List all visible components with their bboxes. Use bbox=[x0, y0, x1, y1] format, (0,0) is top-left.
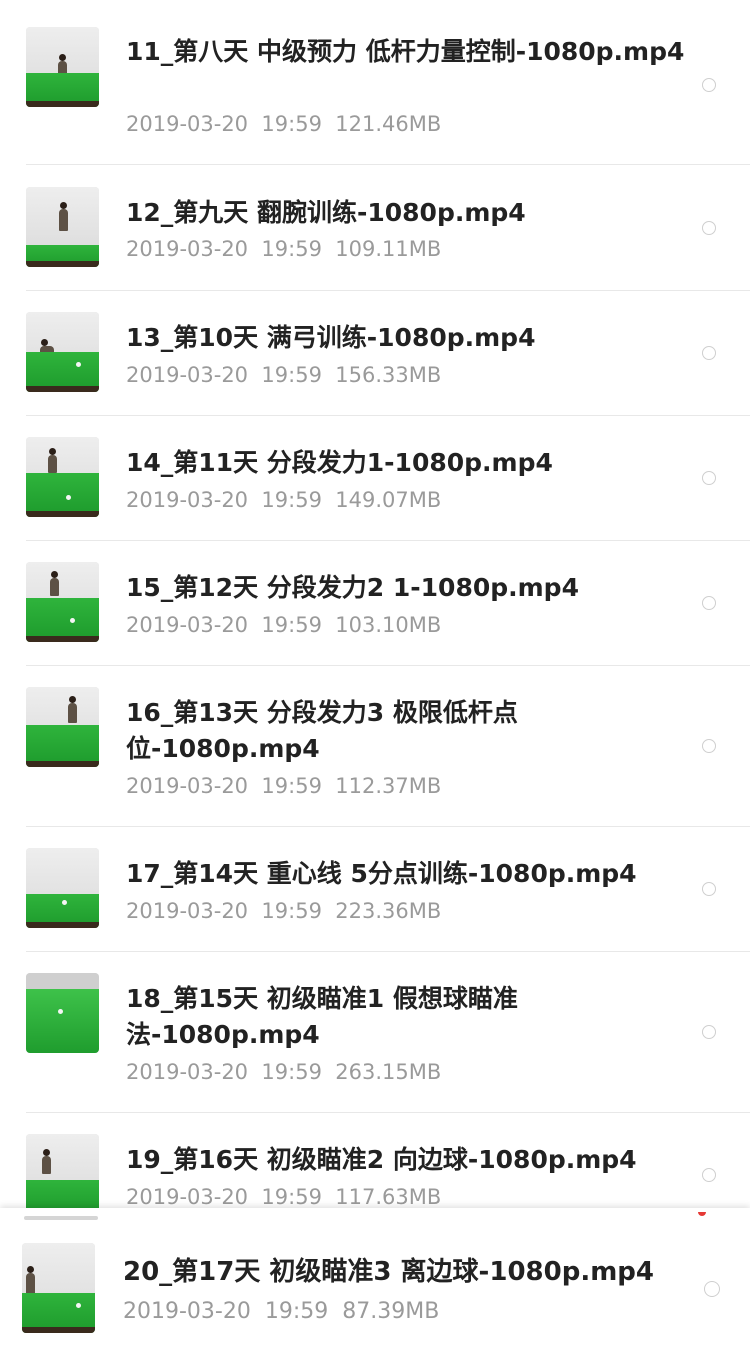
list-item[interactable]: 13_第10天 满弓训练-1080p.mp4 2019-03-20 19:59 … bbox=[0, 291, 750, 416]
file-size: 112.37MB bbox=[335, 774, 442, 798]
file-meta: 2019-03-20 19:59 149.07MB bbox=[126, 486, 441, 514]
file-time: 19:59 bbox=[261, 774, 322, 798]
notification-dot bbox=[698, 1212, 706, 1216]
file-size: 156.33MB bbox=[335, 363, 442, 387]
file-name: 11_第八天 中级预力 低杆力量控制-1080p.mp4 bbox=[126, 37, 685, 66]
select-radio[interactable] bbox=[702, 1025, 716, 1039]
file-name: 18_第15天 初级瞄准1 假想球瞄准法-1080p.mp4 bbox=[126, 984, 518, 1049]
file-date: 2019-03-20 bbox=[126, 1060, 249, 1084]
file-size: 149.07MB bbox=[335, 488, 442, 512]
file-size: 117.63MB bbox=[335, 1185, 442, 1209]
file-time: 19:59 bbox=[261, 613, 322, 637]
file-date: 2019-03-20 bbox=[126, 899, 249, 923]
file-date: 2019-03-20 bbox=[126, 112, 249, 136]
list-item[interactable]: 15_第12天 分段发力2 1-1080p.mp4 2019-03-20 19:… bbox=[0, 541, 750, 666]
video-thumbnail bbox=[26, 973, 99, 1053]
bottom-sheet-item[interactable]: 20_第17天 初级瞄准3 离边球-1080p.mp4 2019-03-20 1… bbox=[0, 1208, 750, 1352]
file-meta: 2019-03-20 19:59 87.39MB bbox=[123, 1298, 439, 1326]
file-meta: 2019-03-20 19:59 103.10MB bbox=[126, 611, 441, 639]
file-size: 109.11MB bbox=[335, 237, 442, 261]
file-time: 19:59 bbox=[261, 112, 322, 136]
file-date: 2019-03-20 bbox=[126, 1185, 249, 1209]
file-size: 121.46MB bbox=[335, 112, 442, 136]
file-name: 20_第17天 初级瞄准3 离边球-1080p.mp4 bbox=[123, 1257, 654, 1287]
video-thumbnail bbox=[26, 187, 99, 267]
file-name: 14_第11天 分段发力1-1080p.mp4 bbox=[126, 448, 553, 477]
file-name: 16_第13天 分段发力3 极限低杆点位-1080p.mp4 bbox=[126, 698, 518, 763]
list-item[interactable]: 17_第14天 重心线 5分点训练-1080p.mp4 2019-03-20 1… bbox=[0, 827, 750, 952]
video-thumbnail bbox=[26, 562, 99, 642]
file-name: 19_第16天 初级瞄准2 向边球-1080p.mp4 bbox=[126, 1145, 637, 1174]
file-time: 19:59 bbox=[261, 899, 322, 923]
file-name: 17_第14天 重心线 5分点训练-1080p.mp4 bbox=[126, 859, 637, 888]
file-size: 103.10MB bbox=[335, 613, 442, 637]
file-time: 19:59 bbox=[261, 488, 322, 512]
file-meta: 2019-03-20 19:59 121.46MB bbox=[126, 110, 441, 138]
file-meta: 2019-03-20 19:59 223.36MB bbox=[126, 897, 441, 925]
list-item[interactable]: 14_第11天 分段发力1-1080p.mp4 2019-03-20 19:59… bbox=[0, 416, 750, 541]
list-item[interactable]: 12_第九天 翻腕训练-1080p.mp4 2019-03-20 19:59 1… bbox=[0, 165, 750, 291]
file-date: 2019-03-20 bbox=[126, 774, 249, 798]
select-radio[interactable] bbox=[702, 1168, 716, 1182]
video-thumbnail bbox=[26, 687, 99, 767]
select-radio[interactable] bbox=[702, 346, 716, 360]
file-name: 12_第九天 翻腕训练-1080p.mp4 bbox=[126, 198, 526, 227]
select-radio[interactable] bbox=[702, 471, 716, 485]
file-meta: 2019-03-20 19:59 109.11MB bbox=[126, 235, 441, 263]
file-name: 15_第12天 分段发力2 1-1080p.mp4 bbox=[126, 573, 579, 602]
file-date: 2019-03-20 bbox=[123, 1299, 251, 1324]
file-meta: 2019-03-20 19:59 156.33MB bbox=[126, 361, 441, 389]
file-meta: 2019-03-20 19:59 263.15MB bbox=[126, 1058, 441, 1086]
video-thumbnail bbox=[26, 437, 99, 517]
video-thumbnail bbox=[26, 1134, 99, 1214]
file-size: 87.39MB bbox=[342, 1299, 440, 1324]
sheet-handle bbox=[24, 1216, 98, 1220]
video-thumbnail bbox=[26, 27, 99, 107]
video-thumbnail bbox=[22, 1243, 95, 1333]
select-radio[interactable] bbox=[702, 739, 716, 753]
file-date: 2019-03-20 bbox=[126, 237, 249, 261]
file-time: 19:59 bbox=[264, 1299, 329, 1324]
select-radio[interactable] bbox=[704, 1281, 720, 1297]
file-name: 13_第10天 满弓训练-1080p.mp4 bbox=[126, 323, 536, 352]
file-list-screen: 11_第八天 中级预力 低杆力量控制-1080p.mp4 2019-03-20 … bbox=[0, 0, 750, 1352]
select-radio[interactable] bbox=[702, 221, 716, 235]
file-meta: 2019-03-20 19:59 112.37MB bbox=[126, 772, 441, 800]
video-thumbnail bbox=[26, 312, 99, 392]
file-time: 19:59 bbox=[261, 1185, 322, 1209]
video-thumbnail bbox=[26, 848, 99, 928]
file-time: 19:59 bbox=[261, 363, 322, 387]
select-radio[interactable] bbox=[702, 882, 716, 896]
file-meta: 2019-03-20 19:59 117.63MB bbox=[126, 1183, 441, 1211]
file-size: 223.36MB bbox=[335, 899, 442, 923]
list-item[interactable]: 11_第八天 中级预力 低杆力量控制-1080p.mp4 2019-03-20 … bbox=[0, 0, 750, 165]
file-date: 2019-03-20 bbox=[126, 488, 249, 512]
file-time: 19:59 bbox=[261, 1060, 322, 1084]
list-item[interactable]: 18_第15天 初级瞄准1 假想球瞄准法-1080p.mp4 2019-03-2… bbox=[0, 952, 750, 1113]
list-item[interactable]: 16_第13天 分段发力3 极限低杆点位-1080p.mp4 2019-03-2… bbox=[0, 666, 750, 827]
file-time: 19:59 bbox=[261, 237, 322, 261]
file-date: 2019-03-20 bbox=[126, 613, 249, 637]
file-date: 2019-03-20 bbox=[126, 363, 249, 387]
file-list: 11_第八天 中级预力 低杆力量控制-1080p.mp4 2019-03-20 … bbox=[0, 0, 750, 1352]
select-radio[interactable] bbox=[702, 596, 716, 610]
file-size: 263.15MB bbox=[335, 1060, 442, 1084]
select-radio[interactable] bbox=[702, 78, 716, 92]
